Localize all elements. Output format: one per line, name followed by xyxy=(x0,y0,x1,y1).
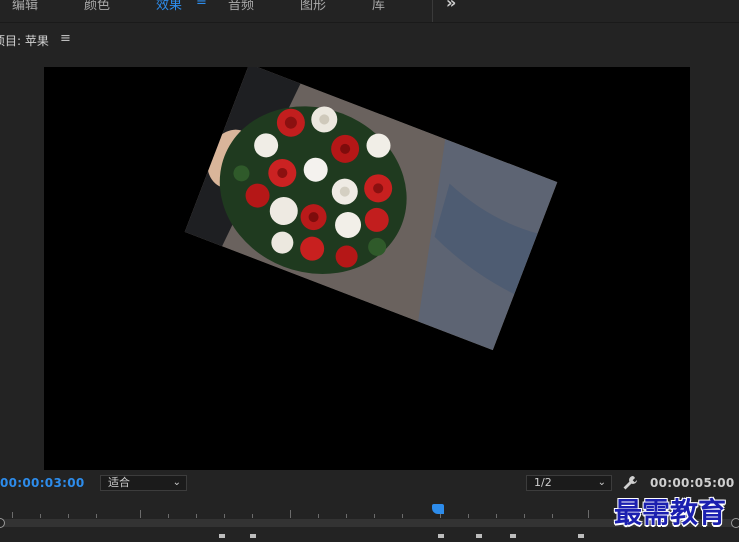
zoom-level-value: 适合 xyxy=(108,476,130,489)
rotated-clip-frame xyxy=(184,67,558,351)
transport-button[interactable] xyxy=(476,534,482,538)
transport-button[interactable] xyxy=(510,534,516,538)
watermark-logo: 最需教育 xyxy=(614,496,727,529)
chevron-down-icon: ⌄ xyxy=(597,477,606,488)
tab-libraries[interactable]: 库 xyxy=(372,0,385,13)
roses-bouquet-image xyxy=(184,67,558,351)
current-timecode[interactable]: 00:00:03:00 xyxy=(0,476,85,490)
scrollbar-left-handle[interactable] xyxy=(0,518,5,528)
playback-resolution-select[interactable]: 1/2 ⌄ xyxy=(526,475,612,491)
transport-buttons xyxy=(0,534,739,542)
double-chevron-right-icon[interactable]: » xyxy=(446,0,456,12)
transport-button[interactable] xyxy=(578,534,584,538)
tab-graphics[interactable]: 图形 xyxy=(300,0,326,13)
transport-button[interactable] xyxy=(250,534,256,538)
tab-color[interactable]: 颜色 xyxy=(84,0,110,13)
tab-bar-divider xyxy=(432,0,433,22)
workspace-tab-bar: 编辑 颜色 效果 ≡ 音频 图形 库 » xyxy=(0,0,739,23)
transport-button[interactable] xyxy=(438,534,444,538)
wrench-icon[interactable] xyxy=(622,475,638,491)
tab-audio[interactable]: 音频 xyxy=(228,0,254,13)
transport-button[interactable] xyxy=(219,534,225,538)
duration-timecode: 00:00:05:00 xyxy=(650,476,735,490)
tab-effects[interactable]: 效果 xyxy=(156,0,182,13)
hamburger-icon[interactable]: ≡ xyxy=(60,31,71,46)
playback-resolution-value: 1/2 xyxy=(534,476,552,489)
panel-title[interactable]: 项目: 苹果 xyxy=(0,32,49,49)
zoom-level-select[interactable]: 适合 ⌄ xyxy=(100,475,187,491)
program-monitor-header: 项目: 苹果 ≡ xyxy=(0,23,739,57)
video-preview[interactable] xyxy=(44,67,690,470)
playhead-marker[interactable] xyxy=(432,504,444,514)
scrollbar-right-handle[interactable] xyxy=(731,518,739,528)
hamburger-icon[interactable]: ≡ xyxy=(196,0,207,9)
chevron-down-icon: ⌄ xyxy=(172,477,181,488)
tab-edit[interactable]: 编辑 xyxy=(12,0,38,13)
